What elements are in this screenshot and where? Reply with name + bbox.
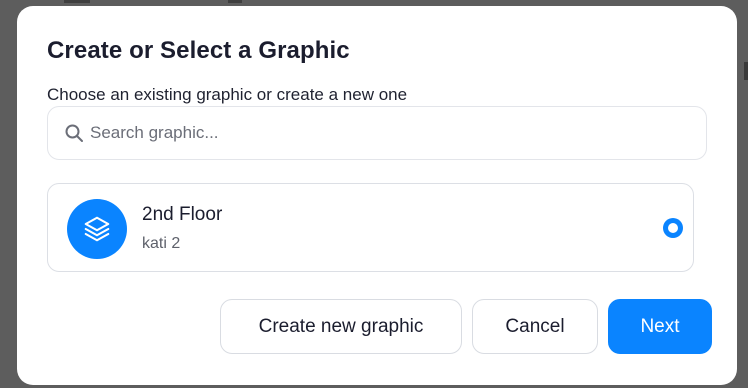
search-icon (64, 123, 84, 143)
cancel-button[interactable]: Cancel (472, 299, 598, 354)
radio-selected-dot (668, 223, 678, 233)
graphic-select-radio[interactable] (663, 218, 683, 238)
backdrop-edge (744, 62, 748, 80)
backdrop-edge (64, 0, 90, 3)
graphic-list-item[interactable]: 2nd Floor kati 2 (47, 183, 694, 272)
dialog-title: Create or Select a Graphic (47, 37, 350, 64)
graphic-subtitle: kati 2 (142, 235, 181, 252)
graphic-avatar (67, 199, 127, 259)
graphic-name: 2nd Floor (142, 204, 223, 225)
search-box[interactable] (47, 106, 707, 160)
search-input[interactable] (90, 123, 650, 143)
next-button[interactable]: Next (608, 299, 712, 354)
layers-icon (82, 214, 112, 244)
backdrop-edge (228, 0, 242, 3)
create-select-graphic-dialog: Create or Select a Graphic Choose an exi… (17, 6, 737, 385)
create-new-graphic-button[interactable]: Create new graphic (220, 299, 462, 354)
dialog-subtitle: Choose an existing graphic or create a n… (47, 85, 408, 104)
